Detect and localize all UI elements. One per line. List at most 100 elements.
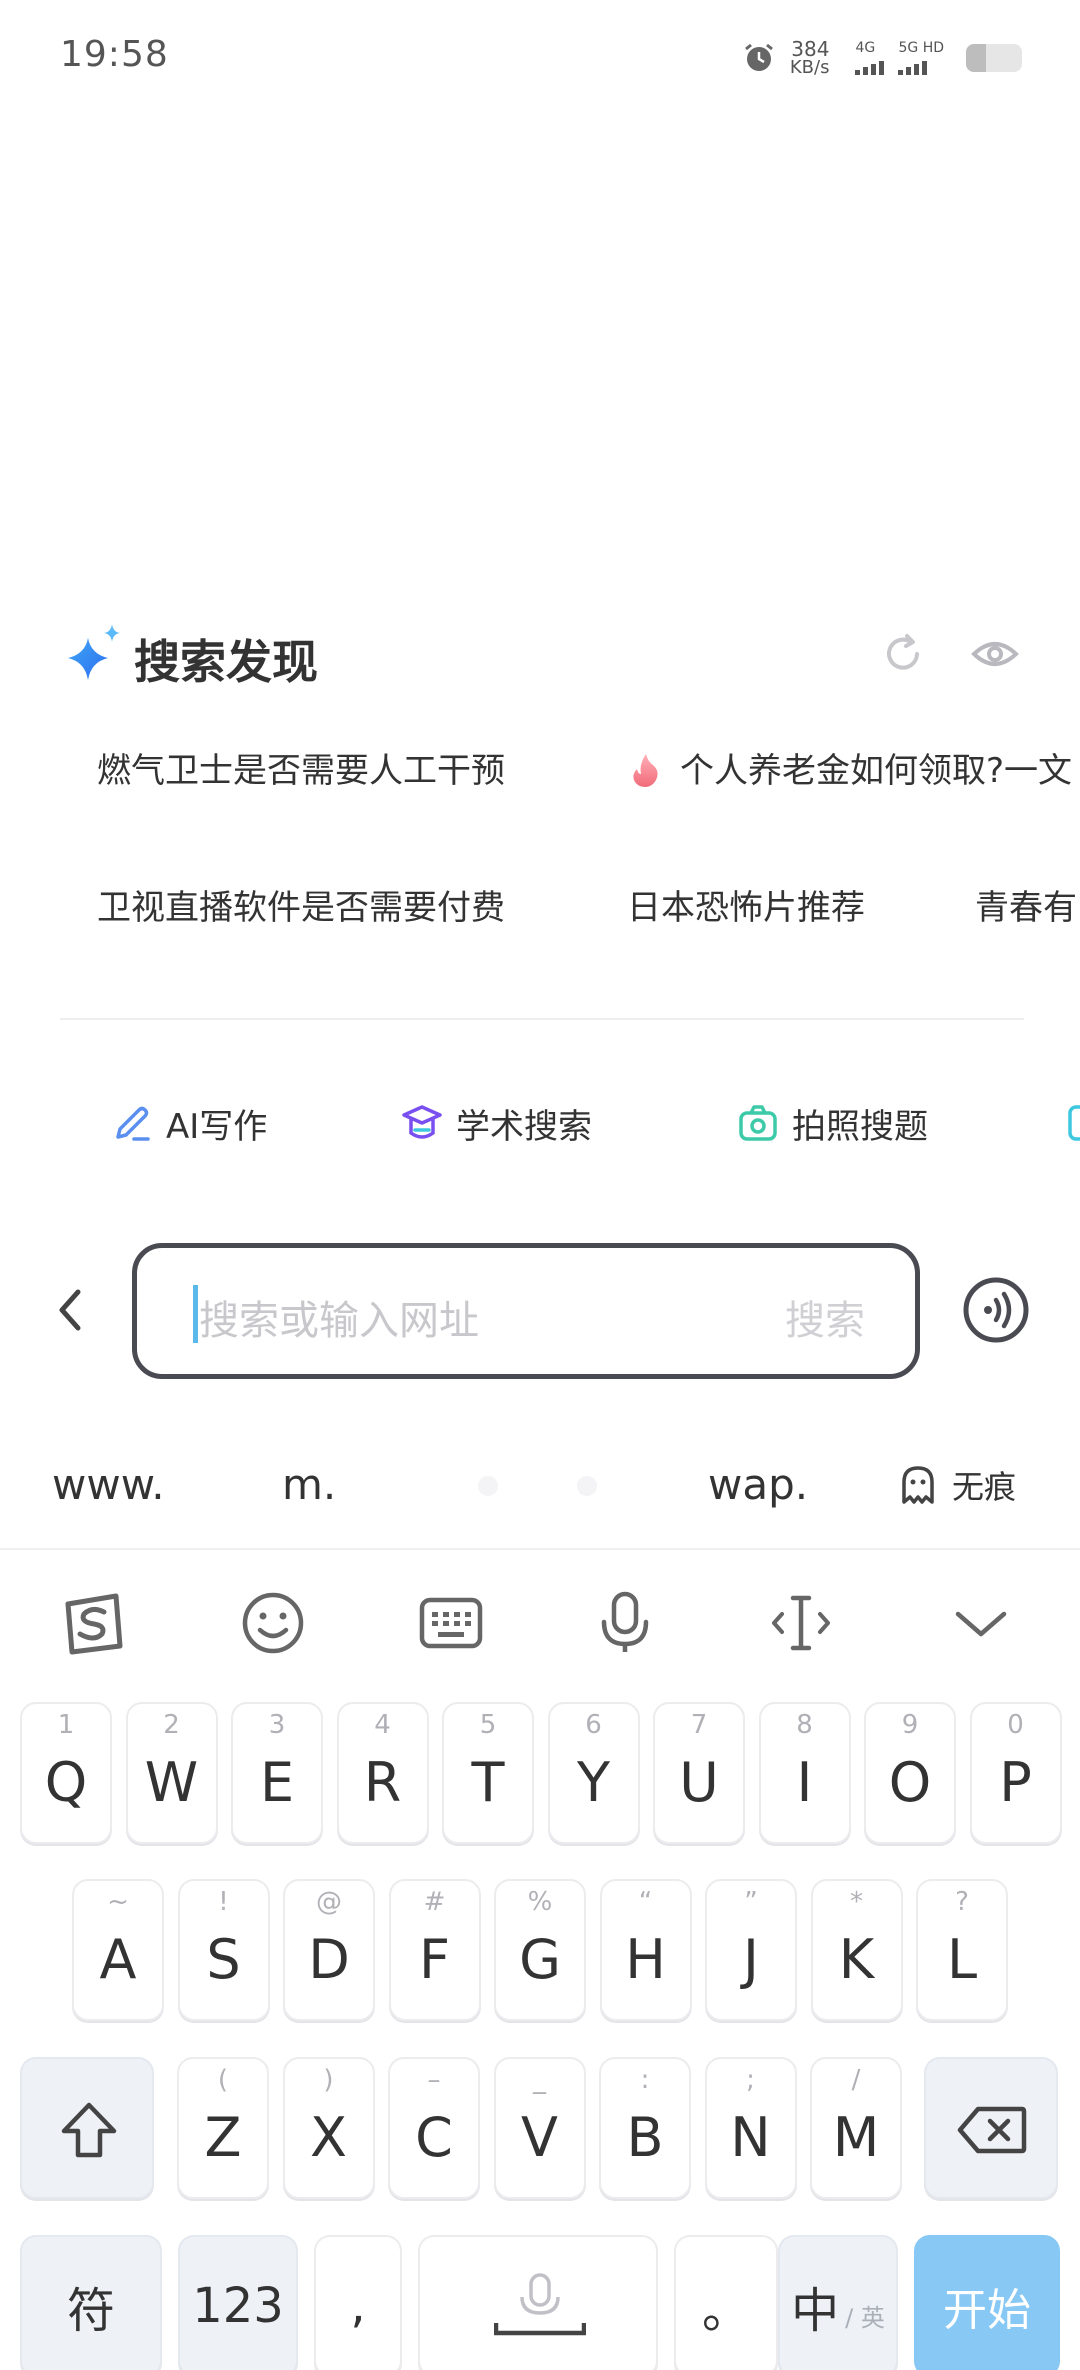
quick-www-button[interactable]: www.: [52, 1445, 165, 1525]
key-y[interactable]: 6Y: [547, 1702, 640, 1844]
key-n[interactable]: ; N: [704, 2057, 797, 2199]
key-label: M: [832, 2106, 880, 2169]
keyboard-toolbar: [0, 1550, 1080, 1690]
hot-search-item-hot[interactable]: 个人养老金如何领取?一文: [630, 736, 1072, 806]
key-label: E: [259, 1751, 295, 1814]
key-label: G: [519, 1928, 561, 1991]
numbers-key[interactable]: 123: [178, 2235, 298, 2370]
key-e[interactable]: 3E: [231, 1702, 323, 1844]
key-hint: %: [527, 1887, 553, 1917]
signal-4g: 4G: [855, 41, 885, 75]
refresh-icon[interactable]: [881, 632, 925, 676]
chevron-down-icon[interactable]: [946, 1588, 1016, 1658]
key-hint: /: [851, 2065, 861, 2095]
shift-key[interactable]: [20, 2057, 154, 2199]
cursor-icon[interactable]: [766, 1588, 836, 1658]
key-u[interactable]: 7U: [653, 1702, 745, 1844]
search-submit-button[interactable]: 搜索: [785, 1288, 865, 1346]
sogou-logo-icon[interactable]: [58, 1588, 128, 1658]
key-s[interactable]: ! S: [177, 1879, 270, 2021]
key-g[interactable]: % G: [494, 1879, 586, 2021]
key-q[interactable]: 1Q: [20, 1702, 112, 1844]
key-hint: ~: [107, 1887, 129, 1917]
key-label: U: [679, 1751, 719, 1814]
eye-icon[interactable]: [970, 632, 1020, 676]
hot-search-item[interactable]: 青春有: [975, 873, 1077, 943]
key-label: V: [521, 2106, 558, 2169]
fire-icon: [633, 753, 658, 787]
camera-icon: [739, 1105, 777, 1141]
key-label: T: [471, 1751, 505, 1814]
key-v[interactable]: _ V: [493, 2057, 586, 2199]
space-key[interactable]: [418, 2235, 658, 2370]
key-t[interactable]: 5T: [442, 1702, 534, 1844]
key-j[interactable]: ” J: [705, 1879, 797, 2021]
hot-search-item[interactable]: 燃气卫士是否需要人工干预: [97, 736, 505, 806]
search-box[interactable]: 搜索或输入网址 搜索: [132, 1243, 920, 1379]
tool-ai-writing[interactable]: AI写作: [112, 1088, 267, 1158]
battery-icon: [966, 44, 1022, 72]
hot-search-item[interactable]: 日本恐怖片推荐: [627, 873, 865, 943]
key-r[interactable]: 4R: [336, 1702, 429, 1844]
voice-search-icon[interactable]: [962, 1276, 1030, 1344]
microphone-icon[interactable]: [590, 1588, 660, 1658]
key-d[interactable]: @ D: [283, 1879, 375, 2021]
key-hint: 5: [479, 1710, 497, 1740]
key-x[interactable]: ) X: [282, 2057, 375, 2199]
language-switch-key[interactable]: 中 / 英: [778, 2235, 898, 2370]
key-b[interactable]: :B: [599, 2057, 691, 2199]
keyboard: 1Q2W3E4R5T6Y7U8I9O0P ~ A! S @ D # F% G “H” J * K? L …: [0, 1548, 1080, 2370]
key-hint: (: [217, 2065, 229, 2095]
key-i[interactable]: 8I: [758, 1702, 851, 1844]
key-hint: :: [640, 2065, 650, 2095]
discover-title: 搜索发现: [134, 635, 318, 689]
key-h[interactable]: “H: [599, 1879, 692, 2021]
key-z[interactable]: (Z: [177, 2057, 269, 2199]
key-label: S: [206, 1928, 241, 1991]
key-f[interactable]: # F: [388, 1879, 481, 2021]
key-hint: 3: [268, 1710, 286, 1740]
tool-photo-search[interactable]: 拍照搜题: [738, 1088, 928, 1158]
quick-wap-button[interactable]: wap.: [708, 1445, 808, 1525]
key-w[interactable]: 2W: [125, 1702, 218, 1844]
quick-m-button[interactable]: m.: [282, 1445, 336, 1525]
hot-search-row-1: 燃气卫士是否需要人工干预 个人养老金如何领取?一文: [0, 736, 1080, 806]
back-button[interactable]: [50, 1280, 90, 1340]
enter-key[interactable]: 开始: [914, 2235, 1060, 2370]
key-a[interactable]: ~ A: [72, 1879, 164, 2021]
incognito-button[interactable]: 无痕: [898, 1445, 1016, 1525]
alarm-icon: [744, 43, 773, 71]
symbols-key[interactable]: 符: [20, 2235, 162, 2370]
key-label: I: [796, 1751, 813, 1814]
key-l[interactable]: ? L: [916, 1879, 1008, 2021]
key-hint: 9: [901, 1710, 919, 1740]
hot-search-item[interactable]: 卫视直播软件是否需要付费: [97, 873, 505, 943]
partial-tool-icon[interactable]: [1068, 1103, 1080, 1143]
tool-academic-search[interactable]: 学术搜索: [402, 1088, 592, 1158]
key-label: O: [888, 1751, 932, 1814]
key-label: L: [946, 1928, 978, 1991]
comma-key[interactable]: ,: [314, 2235, 402, 2370]
key-o[interactable]: 9O: [864, 1702, 956, 1844]
key-k[interactable]: * K: [810, 1879, 903, 2021]
key-c[interactable]: – C: [388, 2057, 480, 2199]
key-label: K: [838, 1928, 875, 1991]
key-label: J: [743, 1928, 759, 1991]
key-hint: –: [427, 2065, 441, 2095]
key-label: R: [363, 1751, 402, 1814]
key-label: Q: [44, 1751, 88, 1814]
emoji-icon[interactable]: [238, 1588, 308, 1658]
keyboard-icon[interactable]: [416, 1588, 486, 1658]
status-icons: 384 KB/s 4G 5G HD: [742, 36, 1022, 80]
quick-input-row: www. m. wap. 无痕: [0, 1445, 1080, 1525]
period-key[interactable]: 。: [674, 2235, 778, 2370]
key-label: Y: [577, 1751, 610, 1814]
text-caret: [193, 1285, 198, 1343]
discover-header: 搜索发现: [64, 618, 1024, 690]
key-m[interactable]: / M: [810, 2057, 902, 2199]
tools-row: AI写作 学术搜索 拍照搜题: [0, 1088, 1080, 1158]
key-label: A: [99, 1928, 137, 1991]
backspace-key[interactable]: [924, 2057, 1058, 2199]
search-input[interactable]: 搜索或输入网址: [199, 1288, 479, 1346]
key-p[interactable]: 0P: [969, 1702, 1062, 1844]
